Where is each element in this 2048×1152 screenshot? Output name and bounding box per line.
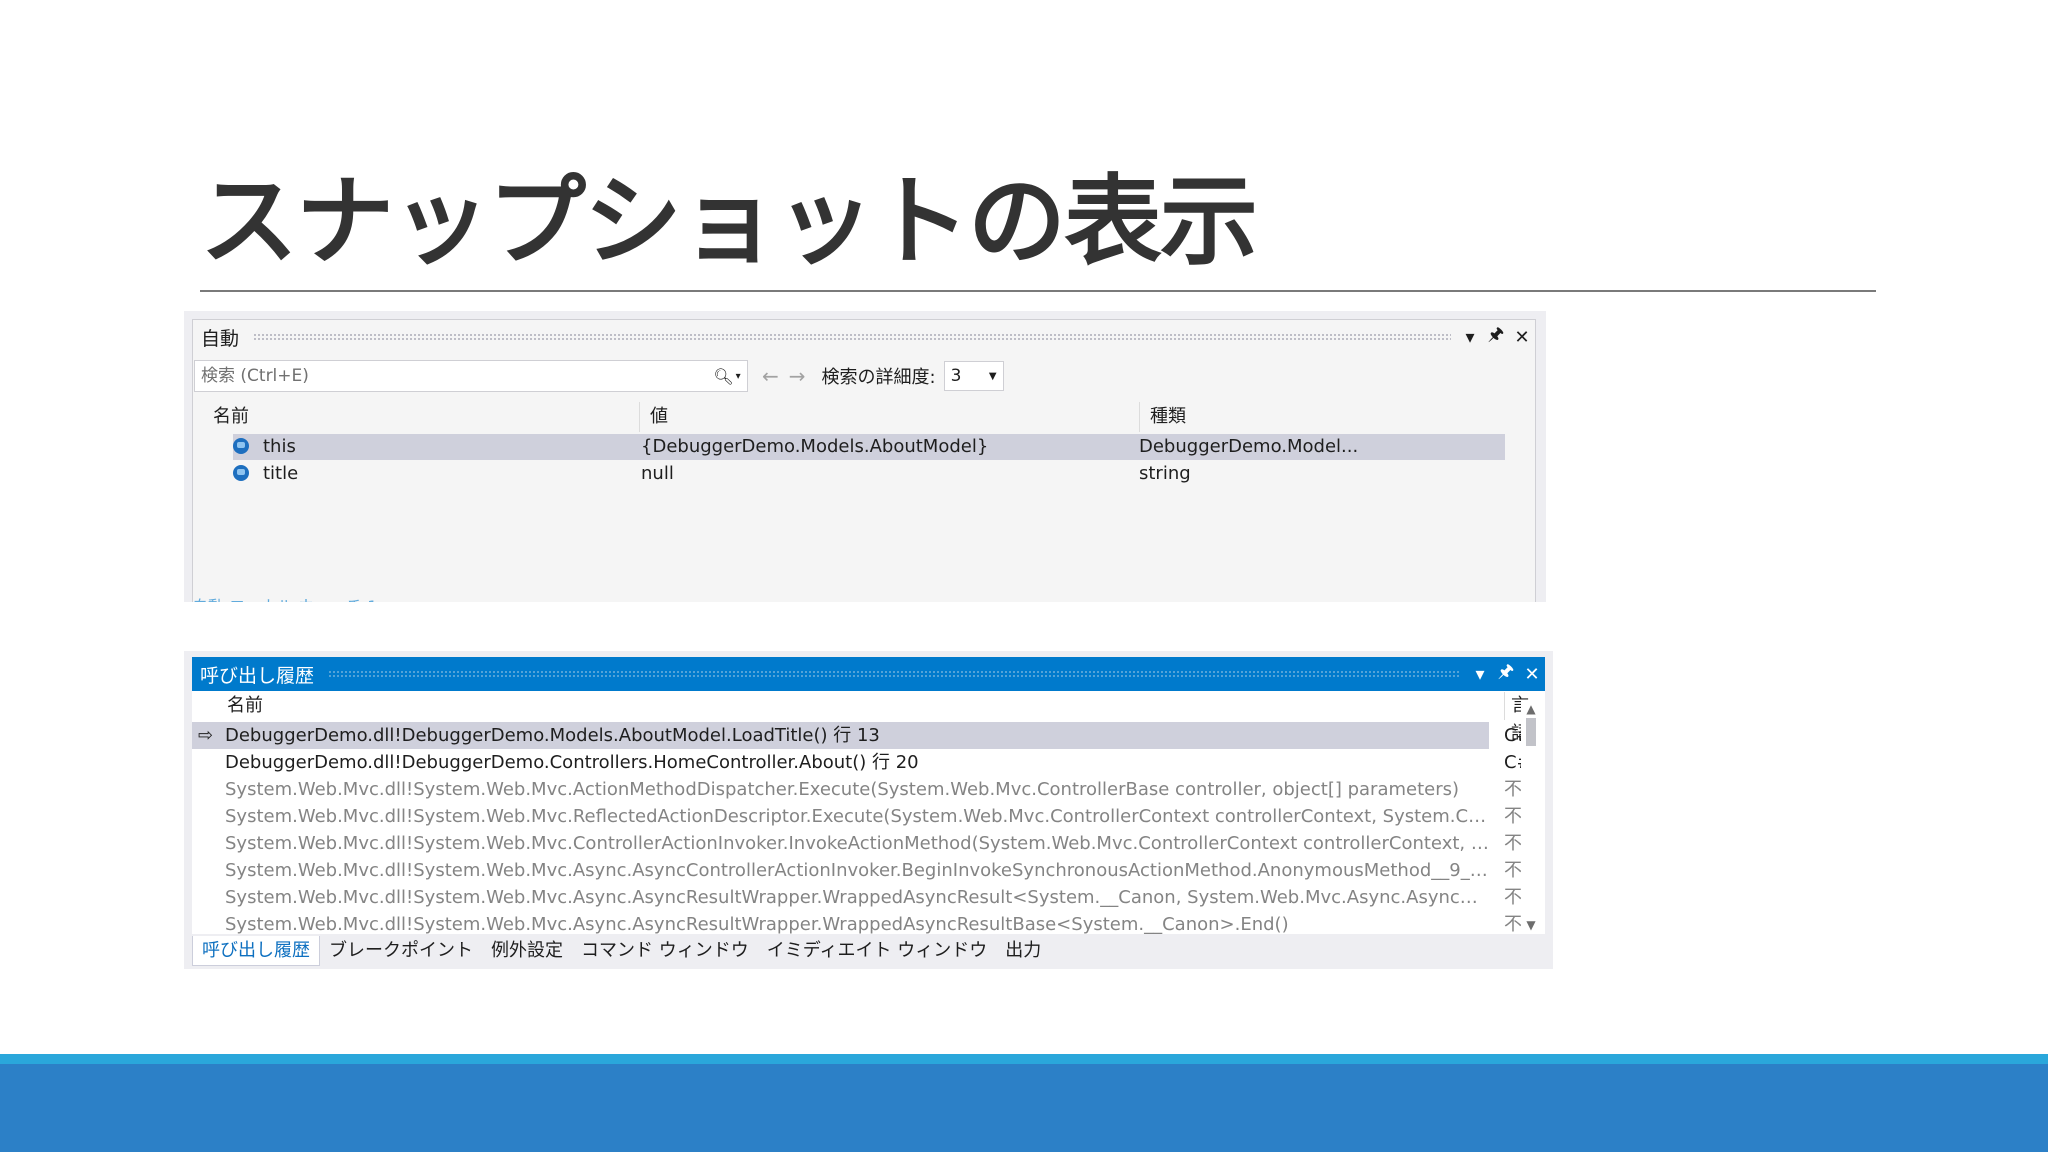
variable-type: string <box>1139 463 1191 484</box>
tab-callstack[interactable]: 呼び出し履歴 <box>192 936 320 966</box>
object-icon <box>233 438 249 454</box>
stack-frame-row[interactable]: System.Web.Mvc.dll!System.Web.Mvc.Async.… <box>192 884 1539 911</box>
stack-frame-row[interactable]: System.Web.Mvc.dll!System.Web.Mvc.Async.… <box>192 911 1539 934</box>
title-divider <box>200 290 1876 292</box>
search-depth-label: 検索の詳細度: <box>821 367 936 388</box>
tab-breakpoints[interactable]: ブレークポイント <box>320 936 482 966</box>
search-depth-select[interactable]: 3 ▼ <box>943 361 1004 391</box>
stack-frame-row[interactable]: System.Web.Mvc.dll!System.Web.Mvc.Action… <box>192 776 1539 803</box>
frame-name: System.Web.Mvc.dll!System.Web.Mvc.Action… <box>225 779 1460 800</box>
drag-grip[interactable] <box>328 670 1461 678</box>
variable-name: title <box>263 463 299 484</box>
scroll-thumb[interactable] <box>1526 718 1536 746</box>
callstack-window-title: 呼び出し履歴 <box>200 664 315 687</box>
variable-value: {DebuggerDemo.Models.AboutModel} <box>641 436 989 457</box>
current-frame-arrow-icon: ⇨ <box>198 725 214 746</box>
auto-window-title: 自動 <box>201 327 240 350</box>
cutoff-tab-strip: 自動 ローカル ウォッチ 1 <box>192 593 377 602</box>
footer-accent-bar <box>0 1054 2048 1064</box>
search-input[interactable] <box>195 362 707 390</box>
frame-name: DebuggerDemo.dll!DebuggerDemo.Controller… <box>225 752 919 773</box>
callstack-window: 呼び出し履歴 ▾ 🖈 ✕ 名前 言語 ⇨ DebuggerDemo.dll!De… <box>184 651 1553 969</box>
frame-name: System.Web.Mvc.dll!System.Web.Mvc.Async.… <box>225 887 1490 908</box>
drag-grip[interactable] <box>253 333 1451 341</box>
callstack-tab-strip: 呼び出し履歴 ブレークポイント 例外設定 コマンド ウィンドウ イミディエイト … <box>184 934 1553 968</box>
auto-window: 自動 ▾ 🖈 ✕ 🔍︎▾ ← → 検索の詳細度: 3 ▼ 名前 値 種類 <box>184 311 1546 602</box>
arrow-right-icon[interactable]: → <box>789 364 806 388</box>
vertical-scrollbar[interactable]: ▲ ▼ <box>1521 700 1541 934</box>
auto-grid-header: 名前 値 種類 <box>193 402 1535 432</box>
frame-name: System.Web.Mvc.dll!System.Web.Mvc.Reflec… <box>225 806 1490 827</box>
table-row[interactable]: this {DebuggerDemo.Models.AboutModel} De… <box>233 434 1505 460</box>
footer-bar <box>0 1064 2048 1152</box>
scroll-down-icon[interactable]: ▼ <box>1521 916 1541 934</box>
object-icon <box>233 465 249 481</box>
stack-frame-row[interactable]: System.Web.Mvc.dll!System.Web.Mvc.Reflec… <box>192 803 1539 830</box>
pin-icon[interactable]: 🖈 <box>1483 323 1509 351</box>
slide-title: スナップショットの表示 <box>200 165 1258 279</box>
close-icon[interactable]: ✕ <box>1519 660 1545 688</box>
column-header-type[interactable]: 種類 <box>1140 402 1440 432</box>
frame-name: System.Web.Mvc.dll!System.Web.Mvc.Async.… <box>225 914 1289 934</box>
frame-name: System.Web.Mvc.dll!System.Web.Mvc.Contro… <box>225 833 1490 854</box>
close-icon[interactable]: ✕ <box>1509 323 1535 351</box>
stack-frame-row[interactable]: ⇨ DebuggerDemo.dll!DebuggerDemo.Models.A… <box>192 722 1532 749</box>
pin-icon[interactable]: 🖈 <box>1493 660 1519 688</box>
variable-value: null <box>641 463 674 484</box>
variable-name: this <box>263 436 296 457</box>
search-depth-value: 3 <box>950 366 962 386</box>
stack-frame-row[interactable]: System.Web.Mvc.dll!System.Web.Mvc.Contro… <box>192 830 1539 857</box>
search-icon[interactable]: 🔍︎ ▾ <box>707 362 747 390</box>
stack-frame-row[interactable]: System.Web.Mvc.dll!System.Web.Mvc.Async.… <box>192 857 1539 884</box>
scroll-up-icon[interactable]: ▲ <box>1521 700 1541 718</box>
arrow-left-icon[interactable]: ← <box>762 364 779 388</box>
tab-command-window[interactable]: コマンド ウィンドウ <box>572 936 758 966</box>
tab-output[interactable]: 出力 <box>996 936 1050 966</box>
chevron-down-icon: ▼ <box>988 370 997 382</box>
frame-name: System.Web.Mvc.dll!System.Web.Mvc.Async.… <box>225 860 1490 881</box>
column-header-name[interactable]: 名前 <box>193 402 640 432</box>
tab-exception-settings[interactable]: 例外設定 <box>482 936 572 966</box>
column-header-value[interactable]: 値 <box>640 402 1140 432</box>
search-box: 🔍︎▾ <box>194 360 748 392</box>
column-header-name[interactable]: 名前 <box>227 692 263 720</box>
tab-immediate-window[interactable]: イミディエイト ウィンドウ <box>758 936 996 966</box>
frame-name: DebuggerDemo.dll!DebuggerDemo.Models.Abo… <box>225 725 880 746</box>
stack-frame-row[interactable]: DebuggerDemo.dll!DebuggerDemo.Controller… <box>192 749 1532 776</box>
table-row[interactable]: title null string <box>233 461 1505 487</box>
callstack-window-header[interactable]: 呼び出し履歴 ▾ 🖈 ✕ <box>192 657 1545 691</box>
chevron-down-icon[interactable]: ▾ <box>1457 323 1483 351</box>
chevron-down-icon[interactable]: ▾ <box>1467 660 1493 688</box>
auto-window-header[interactable]: 自動 ▾ 🖈 ✕ <box>193 320 1535 354</box>
variable-type: DebuggerDemo.Model... <box>1139 436 1359 457</box>
callstack-grid-header: 名前 言語 <box>192 692 1545 744</box>
